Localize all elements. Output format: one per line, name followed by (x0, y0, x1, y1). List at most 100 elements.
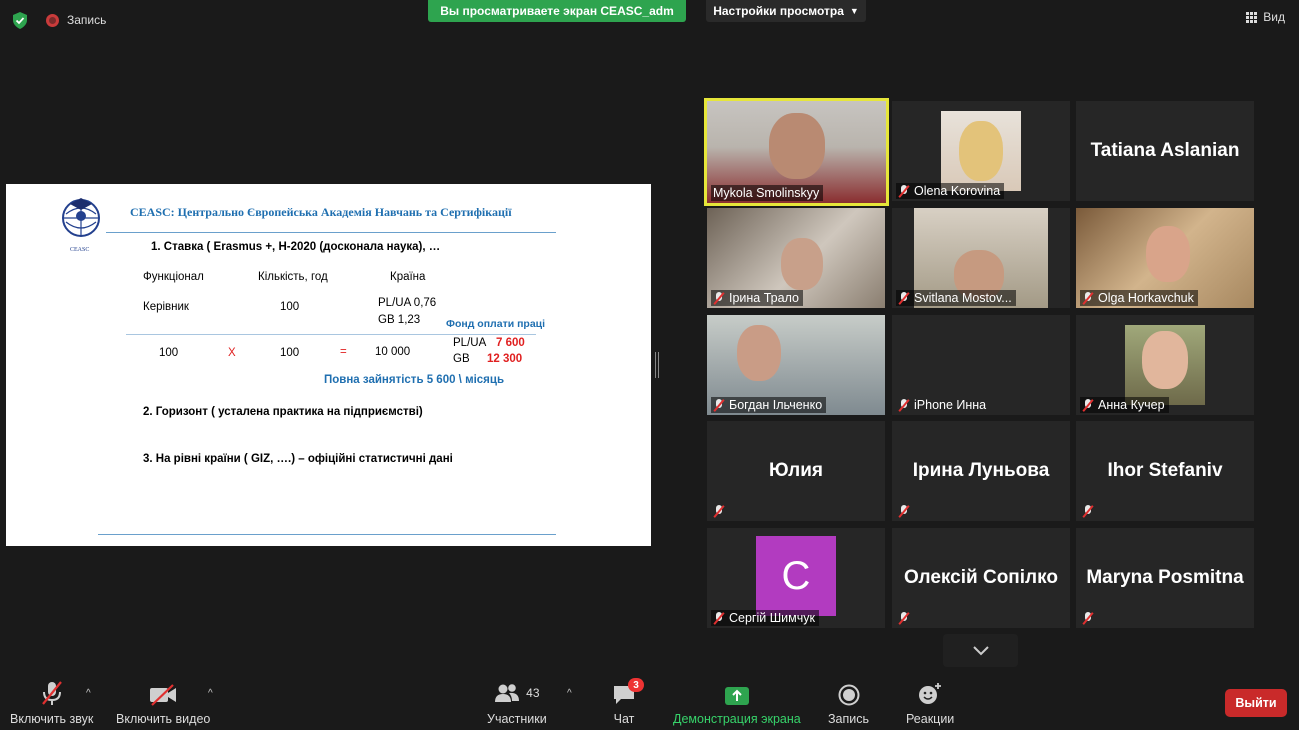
mic-muted-icon (1082, 291, 1094, 305)
participant-tile[interactable]: Ірина Трало (707, 208, 885, 308)
participant-tile[interactable]: C Сергій Шимчук (707, 528, 885, 628)
mic-muted-icon (898, 291, 910, 305)
recording-indicator[interactable]: Запись (46, 13, 106, 27)
column-quantity: Кількість, год (258, 271, 328, 283)
participant-name: Богдан Ільченко (729, 398, 823, 412)
participant-tile[interactable]: Mykola Smolinskyy (704, 98, 889, 206)
participant-name: Сергій Шимчук (729, 611, 815, 625)
participant-mute-label (896, 504, 914, 519)
rate-gb: GB 1,23 (378, 314, 421, 326)
participant-name-label: Olena Korovina (896, 183, 1005, 199)
participant-tile[interactable]: Богдан Ільченко (707, 315, 885, 415)
participant-tile[interactable]: iPhone Инна (892, 315, 1070, 415)
participant-name: Анна Кучер (1098, 398, 1165, 412)
participant-mute-label (1080, 504, 1098, 519)
participants-button[interactable]: 43 Участники (487, 680, 547, 726)
participant-name-label: Svitlana Mostov... (896, 290, 1016, 306)
participants-count: 43 (526, 686, 540, 700)
view-settings-dropdown[interactable]: Настройки просмотра ▼ (706, 0, 866, 22)
reactions-button[interactable]: Реакции (906, 680, 954, 726)
record-label: Запись (828, 712, 870, 726)
record-button[interactable]: Запись (828, 680, 869, 726)
shared-screen-slide: CEASC CEASC: Центрально Європейська Акад… (6, 184, 651, 546)
participant-mute-label (711, 504, 729, 519)
participant-tile[interactable]: Svitlana Mostov... (892, 208, 1070, 308)
mic-muted-icon (898, 505, 910, 518)
gallery-next-page-button[interactable] (943, 634, 1018, 667)
column-country: Країна (390, 271, 426, 283)
participant-name-large: Ірина Луньова (912, 460, 1050, 481)
audio-options-caret[interactable]: ^ (86, 688, 91, 699)
mic-muted-icon (713, 291, 725, 305)
chevron-down-icon: ▼ (849, 6, 859, 16)
title-divider (106, 232, 556, 233)
participant-name-large: Олексій Сопілко (904, 567, 1058, 588)
mic-muted-icon (713, 505, 725, 518)
mic-muted-icon (1082, 612, 1094, 625)
reactions-label: Реакции (906, 712, 955, 726)
participant-tile[interactable]: Olena Korovina (892, 101, 1070, 201)
view-label: Вид (1263, 10, 1285, 24)
fund-pl-label: PL/UA (453, 337, 487, 349)
security-shield-icon[interactable] (12, 12, 28, 29)
fund-gb-label: GB (453, 353, 470, 365)
column-function: Функціонал (143, 271, 204, 283)
participants-icon (495, 684, 520, 702)
participant-name-large: Юлия (769, 460, 823, 481)
participant-name: Svitlana Mostov... (914, 291, 1012, 305)
participant-tile[interactable]: Ірина Луньова (892, 421, 1070, 521)
participant-name: iPhone Инна (914, 398, 987, 412)
participant-name-label: Богдан Ільченко (711, 397, 827, 413)
unmute-label: Включить звук (10, 712, 94, 726)
calc-result: 10 000 (375, 346, 411, 358)
participant-face (769, 113, 825, 179)
participant-tile[interactable]: Tatiana Aslanian (1076, 101, 1254, 201)
start-video-button[interactable]: Включить видео (116, 680, 210, 726)
participant-face (959, 121, 1003, 181)
share-screen-button[interactable]: Демонстрация экрана (673, 680, 801, 726)
unmute-button[interactable]: Включить звук (10, 680, 93, 726)
fund-pl-value: 7 600 (496, 337, 525, 349)
view-settings-label: Настройки просмотра (713, 4, 844, 18)
participant-name-large: Ihor Stefaniv (1107, 460, 1223, 481)
view-button[interactable]: Вид (1246, 10, 1285, 24)
participant-tile[interactable]: Ihor Stefaniv (1076, 421, 1254, 521)
participant-name-label: Mykola Smolinskyy (711, 185, 824, 201)
participant-face (1146, 226, 1190, 282)
slide-title: CEASC: Центрально Європейська Академія Н… (130, 205, 512, 219)
mic-muted-icon (898, 398, 910, 412)
participant-tile[interactable]: Юлия (707, 421, 885, 521)
participant-face (781, 238, 823, 290)
logo-caption: CEASC (70, 247, 90, 253)
participant-name: Olga Horkavchuk (1098, 291, 1194, 305)
mic-muted-icon (898, 184, 910, 198)
participant-name: Olena Korovina (914, 184, 1001, 198)
calc-b: 100 (280, 347, 300, 359)
participant-mute-label (896, 611, 914, 626)
video-options-caret[interactable]: ^ (208, 688, 213, 699)
participant-name-label: Ірина Трало (711, 290, 803, 306)
calc-multiply: X (228, 347, 236, 359)
leave-button[interactable]: Выйти (1225, 689, 1287, 717)
mic-muted-icon (898, 612, 910, 625)
participant-tile[interactable]: Maryna Posmitna (1076, 528, 1254, 628)
participant-name: Ірина Трало (729, 291, 799, 305)
participant-tile[interactable]: Анна Кучер (1076, 315, 1254, 415)
participant-face (1142, 331, 1188, 389)
mic-muted-icon (1082, 398, 1094, 412)
participant-name-large: Tatiana Aslanian (1090, 140, 1240, 161)
share-screen-icon (724, 687, 749, 705)
footer-divider (98, 534, 556, 535)
participant-name-label: iPhone Инна (896, 397, 990, 413)
panel-splitter-handle[interactable] (655, 352, 659, 378)
fund-label: Фонд оплати праці (446, 318, 546, 330)
participant-tile[interactable]: Olga Horkavchuk (1076, 208, 1254, 308)
fund-gb-value: 12 300 (487, 353, 523, 365)
record-icon (838, 684, 859, 706)
participant-name-large: Maryna Posmitna (1086, 567, 1244, 588)
mic-muted-icon (1082, 505, 1094, 518)
grid-view-icon (1246, 11, 1258, 23)
chevron-down-icon (972, 645, 989, 655)
participants-options-caret[interactable]: ^ (567, 688, 572, 699)
participant-tile[interactable]: Олексій Сопілко (892, 528, 1070, 628)
